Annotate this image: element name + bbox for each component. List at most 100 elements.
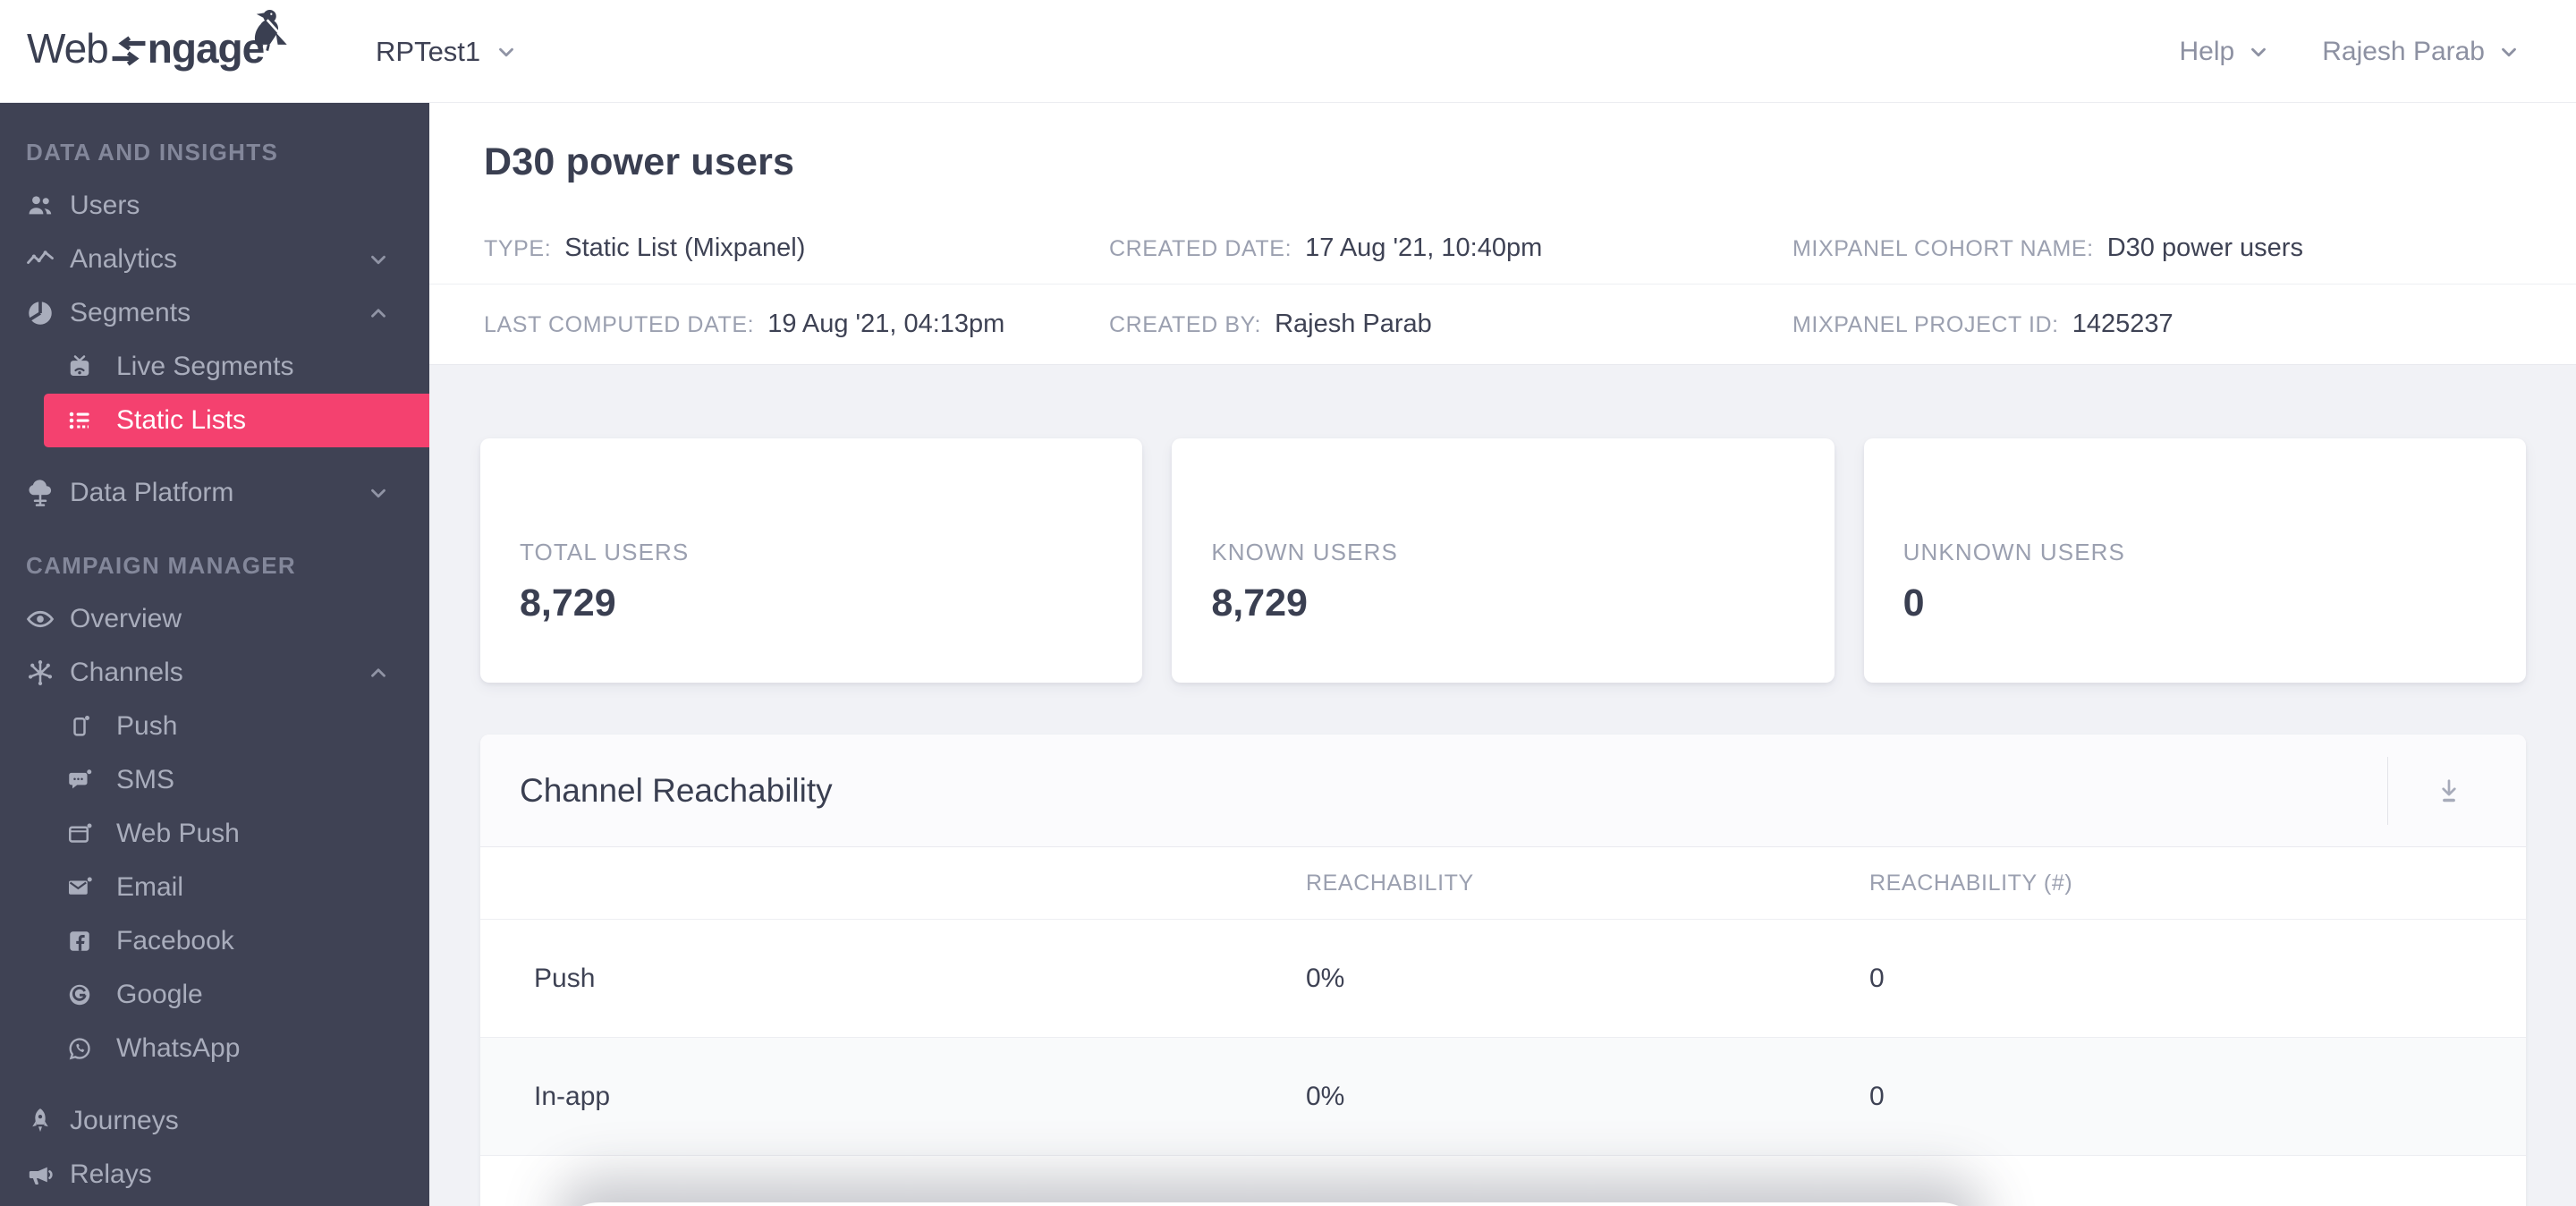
stat-card-known-users: KNOWN USERS 8,729	[1172, 438, 1835, 683]
logo-text: Web ngage	[27, 25, 265, 72]
browser-push-icon	[66, 820, 93, 847]
stat-label: UNKNOWN USERS	[1902, 539, 2125, 565]
sidebar-item-segments[interactable]: Segments	[0, 286, 429, 340]
column-header-reachability: REACHABILITY	[1306, 870, 1474, 896]
webengage-logo[interactable]: Web ngage	[27, 9, 287, 75]
chevron-up-icon	[367, 661, 390, 684]
meta-value: Static List (Mixpanel)	[564, 234, 806, 262]
mobile-push-icon	[66, 713, 93, 740]
sidebar-item-overview[interactable]: Overview	[0, 592, 429, 646]
meta-created-by: CREATED BY: Rajesh Parab	[1109, 310, 1792, 339]
sidebar-item-relays[interactable]: Relays	[0, 1148, 429, 1202]
help-menu[interactable]: Help	[2180, 37, 2271, 67]
reachability-count: 0	[1869, 963, 1885, 993]
table-row: Push 0% 0	[480, 920, 2526, 1038]
live-segments-icon	[66, 353, 93, 380]
channel-reachability-header: Channel Reachability	[480, 735, 2526, 847]
reachability-count: 0	[1869, 1081, 1885, 1111]
sidebar: DATA AND INSIGHTS Users Analytics Segmen…	[0, 103, 429, 1206]
sidebar-item-label: Overview	[70, 604, 182, 633]
sidebar-item-label: Facebook	[116, 926, 234, 955]
topbar-right: Help Rajesh Parab	[2180, 0, 2521, 103]
email-envelope-icon	[66, 874, 93, 901]
logo-e-arrows-icon	[111, 28, 147, 67]
sidebar-item-google[interactable]: Google	[0, 968, 429, 1022]
meta-label: TYPE:	[484, 236, 552, 261]
meta-value: 19 Aug '21, 04:13pm	[767, 310, 1005, 338]
sidebar-item-live-segments[interactable]: Live Segments	[0, 340, 429, 394]
sidebar-item-label: SMS	[116, 765, 175, 794]
chevron-down-icon	[2497, 40, 2521, 64]
megaphone-icon	[25, 1159, 55, 1190]
sidebar-item-label: Data Platform	[70, 478, 234, 507]
sidebar-item-label: Channels	[70, 658, 183, 687]
section-title-campaign-manager: CAMPAIGN MANAGER	[26, 551, 296, 579]
eye-icon	[25, 604, 55, 634]
section-title-data-and-insights: DATA AND INSIGHTS	[26, 138, 279, 166]
sidebar-item-facebook[interactable]: Facebook	[0, 914, 429, 968]
top-bar: Web ngage RPTest1 Help Rajesh Parab	[0, 0, 2576, 103]
main-content: D30 power users TYPE: Static List (Mixpa…	[429, 103, 2576, 1206]
stat-card-total-users: TOTAL USERS 8,729	[480, 438, 1143, 683]
stat-value: 8,729	[1211, 582, 1308, 624]
sidebar-item-data-platform[interactable]: Data Platform	[0, 466, 429, 520]
user-name: Rajesh Parab	[2322, 36, 2485, 66]
table-row-partial	[480, 1156, 2526, 1206]
column-header-reachability-count: REACHABILITY (#)	[1869, 870, 2073, 896]
reachability-percent: 0%	[1306, 963, 1345, 993]
channel-reachability-card: Channel Reachability REACHABILITY REACHA…	[480, 735, 2526, 1206]
sidebar-item-whatsapp[interactable]: WhatsApp	[0, 1022, 429, 1075]
sidebar-item-label: Web Push	[116, 819, 240, 848]
chevron-down-icon	[495, 40, 518, 64]
stat-label: TOTAL USERS	[520, 539, 690, 565]
analytics-icon	[25, 244, 55, 275]
stat-value: 8,729	[520, 582, 616, 624]
sidebar-item-users[interactable]: Users	[0, 179, 429, 233]
sidebar-item-email[interactable]: Email	[0, 861, 429, 914]
channel-name: Push	[534, 963, 596, 993]
data-platform-icon	[25, 478, 55, 508]
meta-value: Rajesh Parab	[1275, 310, 1432, 338]
meta-label: MIXPANEL PROJECT ID:	[1792, 312, 2059, 337]
sidebar-item-label: WhatsApp	[116, 1033, 241, 1063]
help-label: Help	[2179, 36, 2235, 66]
google-icon	[66, 981, 93, 1008]
sidebar-item-static-lists[interactable]: Static Lists	[44, 394, 429, 447]
stat-label: KNOWN USERS	[1211, 539, 1398, 565]
sidebar-item-label: Google	[116, 980, 203, 1009]
sidebar-item-web-push[interactable]: Web Push	[0, 807, 429, 861]
stat-card-unknown-users: UNKNOWN USERS 0	[1863, 438, 2526, 683]
chevron-up-icon	[367, 302, 390, 325]
sidebar-item-label: Live Segments	[116, 352, 294, 381]
sidebar-item-label: Email	[116, 872, 184, 902]
chevron-down-icon	[367, 248, 390, 271]
chevron-down-icon	[2247, 40, 2270, 64]
meta-label: CREATED BY:	[1109, 312, 1262, 337]
sidebar-item-journeys[interactable]: Journeys	[0, 1094, 429, 1148]
user-menu[interactable]: Rajesh Parab	[2322, 37, 2521, 67]
static-lists-icon	[66, 407, 93, 434]
channels-hub-icon	[25, 658, 55, 688]
sidebar-item-channels[interactable]: Channels	[0, 646, 429, 700]
download-button[interactable]	[2429, 771, 2469, 811]
sidebar-item-label: Users	[70, 191, 140, 220]
sidebar-item-sms[interactable]: SMS	[0, 753, 429, 807]
sidebar-item-analytics[interactable]: Analytics	[0, 233, 429, 286]
meta-row-1: TYPE: Static List (Mixpanel) CREATED DAT…	[429, 213, 2576, 284]
users-icon	[25, 191, 55, 221]
facebook-icon	[66, 928, 93, 955]
channel-reachability-title: Channel Reachability	[520, 771, 833, 809]
webengage-app: Web ngage RPTest1 Help Rajesh Parab DATA…	[0, 0, 2576, 1206]
meta-value: 17 Aug '21, 10:40pm	[1305, 234, 1543, 262]
meta-label: CREATED DATE:	[1109, 236, 1292, 261]
vertical-divider	[2387, 757, 2388, 825]
project-switcher[interactable]: RPTest1	[376, 0, 518, 103]
bottom-scroll-shadow	[555, 1202, 1986, 1206]
bird-icon	[242, 7, 289, 52]
sidebar-item-push[interactable]: Push	[0, 700, 429, 753]
meta-label: LAST COMPUTED DATE:	[484, 312, 755, 337]
sidebar-item-label: Segments	[70, 298, 191, 327]
sidebar-item-label: Static Lists	[116, 405, 247, 435]
meta-label: MIXPANEL COHORT NAME:	[1792, 236, 2094, 261]
meta-type: TYPE: Static List (Mixpanel)	[429, 234, 1109, 263]
